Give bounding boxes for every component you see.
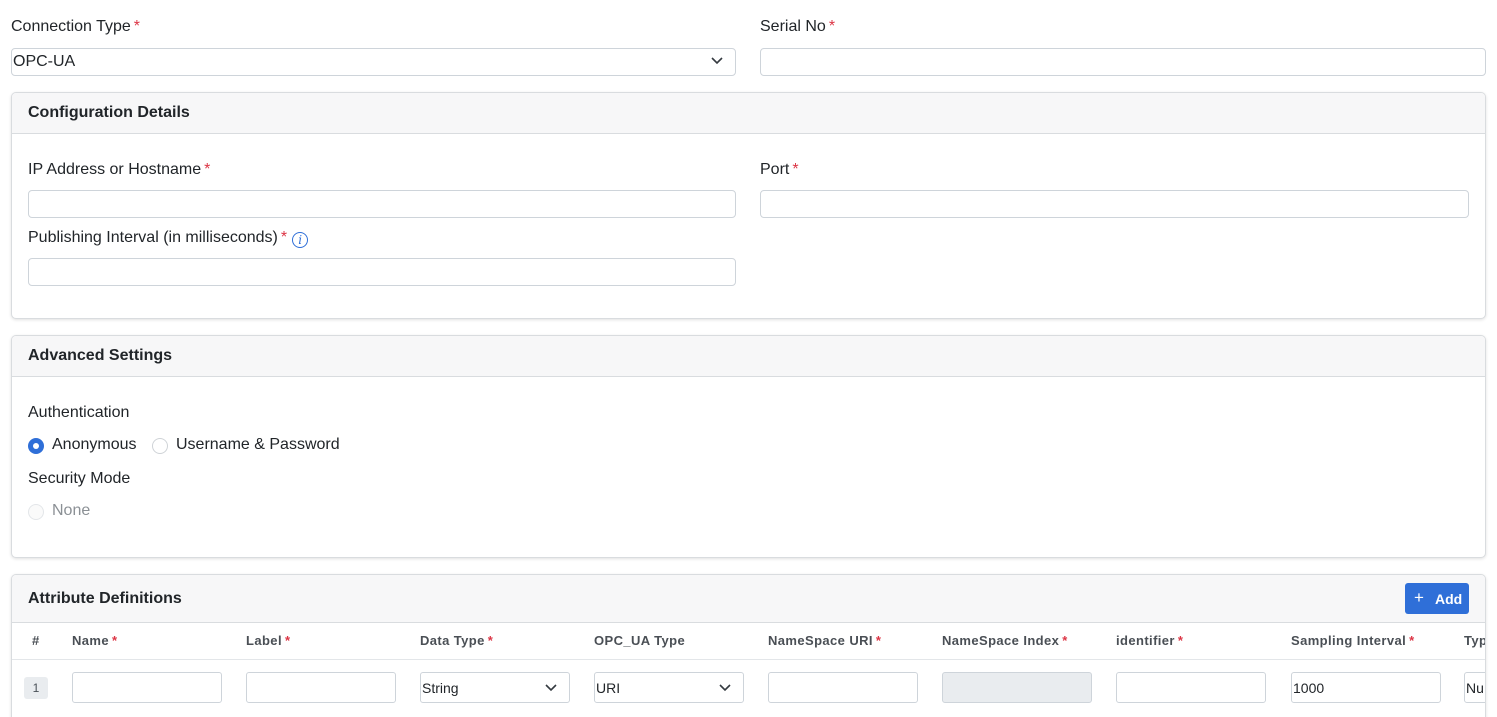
advanced-settings-header: Advanced Settings: [12, 336, 1485, 377]
column-header-text: Sampling Interval: [1291, 633, 1407, 648]
sampling-interval-input[interactable]: 1000: [1291, 672, 1441, 703]
required-mark: *: [487, 633, 494, 648]
publishing-interval-input[interactable]: [28, 258, 736, 286]
namespace-uri-input[interactable]: [768, 672, 918, 703]
attribute-definitions-header: Attribute Definitions + Add: [12, 575, 1485, 623]
column-header-text: identifier: [1116, 633, 1175, 648]
column-header-sampling-interval: Sampling Interval *: [1291, 633, 1415, 648]
publishing-interval-label: Publishing Interval (in milliseconds) * i: [28, 229, 309, 248]
radio-username-password-label[interactable]: Username & Password: [176, 436, 340, 454]
cell-value: URI: [596, 680, 621, 696]
radio-anonymous-label[interactable]: Anonymous: [52, 436, 137, 454]
required-mark: *: [828, 18, 836, 35]
divider: [12, 659, 1485, 660]
serial-no-label-text: Serial No: [760, 18, 826, 35]
serial-no-input[interactable]: [760, 48, 1486, 76]
ip-address-label: IP Address or Hostname *: [28, 161, 210, 179]
column-header-text: Name: [72, 633, 110, 648]
attribute-definitions-card: Attribute Definitions + Add # Name * Labe…: [11, 574, 1486, 717]
configuration-details-header: Configuration Details: [12, 93, 1485, 134]
cell-value: Nu: [1466, 680, 1484, 696]
column-header-text: Label: [246, 633, 282, 648]
port-label: Port *: [760, 161, 799, 179]
port-label-text: Port: [760, 161, 790, 178]
ip-address-input[interactable]: [28, 190, 736, 218]
connection-type-value: OPC-UA: [13, 53, 76, 70]
required-mark: *: [792, 161, 799, 178]
security-mode-label: Security Mode: [28, 470, 131, 487]
column-header-text: OPC_UA Type: [594, 633, 686, 648]
column-header-data-type: Data Type *: [420, 633, 493, 648]
name-input[interactable]: [72, 672, 222, 703]
port-input[interactable]: [760, 190, 1469, 218]
label-input[interactable]: [246, 672, 396, 703]
divider: [12, 622, 1485, 623]
column-header-text: #: [32, 633, 40, 648]
column-header-type: Typ: [1464, 633, 1486, 648]
column-header-index: #: [32, 633, 40, 648]
required-mark: *: [204, 161, 211, 178]
column-header-namespace-index: NameSpace Index *: [942, 633, 1068, 648]
required-mark: *: [112, 633, 118, 648]
configuration-details-card: Configuration Details IP Address or Host…: [11, 92, 1486, 319]
required-mark: *: [133, 18, 141, 35]
publishing-interval-label-text: Publishing Interval (in milliseconds): [28, 229, 278, 246]
cell-value: String: [422, 680, 459, 696]
attribute-definitions-title: Attribute Definitions: [28, 590, 182, 607]
chevron-down-icon: [545, 684, 557, 692]
column-header-label: Label *: [246, 633, 290, 648]
serial-no-label: Serial No *: [760, 18, 835, 36]
chevron-down-icon: [719, 684, 731, 692]
cell-value: 1000: [1293, 680, 1325, 696]
configuration-details-title: Configuration Details: [28, 104, 190, 121]
required-mark: *: [1062, 633, 1068, 648]
row-index-badge: 1: [24, 677, 48, 699]
chevron-down-icon: [711, 57, 723, 65]
radio-security-none-label: None: [52, 502, 91, 519]
column-header-name: Name *: [72, 633, 117, 648]
column-header-opc-ua-type: OPC_UA Type: [594, 633, 685, 648]
column-header-text: NameSpace URI: [768, 633, 873, 648]
connection-type-select[interactable]: OPC-UA: [11, 48, 736, 76]
plus-icon: +: [1414, 588, 1424, 607]
column-header-text: Typ: [1464, 633, 1486, 648]
column-header-identifier: identifier *: [1116, 633, 1183, 648]
connection-type-label-text: Connection Type: [11, 18, 131, 35]
required-mark: *: [284, 633, 291, 648]
advanced-settings-title: Advanced Settings: [28, 347, 173, 364]
authentication-label: Authentication: [28, 404, 130, 421]
required-mark: *: [280, 229, 288, 246]
namespace-index-input: [942, 672, 1092, 703]
required-mark: *: [1409, 633, 1415, 648]
required-mark: *: [875, 633, 882, 648]
data-type-select[interactable]: String: [420, 672, 570, 703]
identifier-input[interactable]: [1116, 672, 1266, 703]
type-select[interactable]: Nu: [1464, 672, 1485, 703]
info-icon[interactable]: i: [292, 232, 309, 248]
ip-address-label-text: IP Address or Hostname: [28, 161, 202, 178]
column-header-namespace-uri: NameSpace URI *: [768, 633, 881, 648]
required-mark: *: [1177, 633, 1184, 648]
add-button[interactable]: + Add: [1405, 583, 1469, 614]
opc-ua-type-select[interactable]: URI: [594, 672, 744, 703]
column-header-text: NameSpace Index: [942, 633, 1060, 648]
radio-anonymous[interactable]: [28, 438, 44, 454]
connection-type-label: Connection Type *: [11, 18, 140, 36]
add-button-label: Add: [1435, 591, 1463, 607]
advanced-settings-card: Advanced Settings Authentication Anonymo…: [11, 335, 1486, 558]
column-header-text: Data Type: [420, 633, 485, 648]
radio-username-password[interactable]: [152, 438, 168, 454]
radio-security-none: [28, 504, 44, 520]
